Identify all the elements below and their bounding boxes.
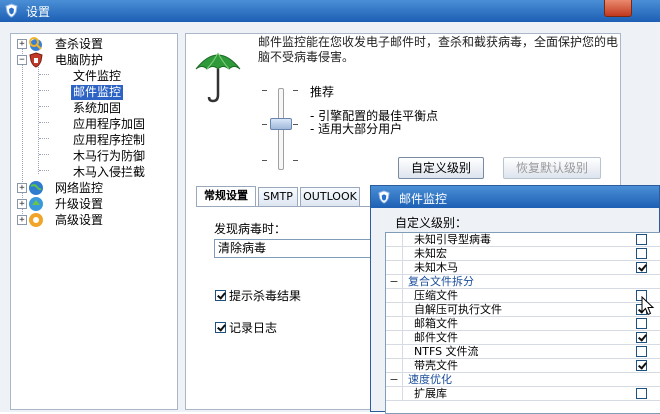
- option-row[interactable]: 自解压可执行文件: [386, 303, 660, 317]
- group-expander[interactable]: −: [386, 373, 403, 386]
- option-group-label: 复合文件拆分: [408, 275, 474, 288]
- dialog-titlebar[interactable]: 邮件监控: [371, 186, 659, 208]
- option-label: 压缩文件: [414, 289, 458, 302]
- option-row[interactable]: 扩展库: [386, 387, 660, 401]
- row-gutter: [386, 317, 403, 330]
- option-row[interactable]: 带壳文件: [386, 359, 660, 373]
- option-label: 邮箱文件: [414, 317, 458, 330]
- tree-item-pc-protection[interactable]: 电脑防护: [55, 53, 103, 68]
- expander-advanced-settings[interactable]: +: [17, 215, 27, 225]
- option-row[interactable]: 未知引导型病毒: [386, 233, 660, 247]
- row-gutter: [386, 261, 403, 274]
- tree-item-app-control[interactable]: 应用程序控制: [73, 133, 145, 148]
- shield-icon: [29, 52, 43, 68]
- option-label: NTFS 文件流: [414, 345, 479, 358]
- tree-item-app-hardening[interactable]: 应用程序加固: [73, 117, 145, 132]
- option-checkbox[interactable]: [636, 262, 647, 273]
- tree-item-file-monitor[interactable]: 文件监控: [73, 69, 121, 84]
- level-desc-line2: - 适用大部分用户: [310, 122, 403, 136]
- tree-item-update-settings[interactable]: 升级设置: [55, 197, 103, 212]
- app-shield-icon: [5, 3, 18, 18]
- option-group-row[interactable]: − 速度优化: [386, 373, 660, 387]
- tab-smtp[interactable]: SMTP: [258, 187, 298, 206]
- tree-item-trojan-behavior[interactable]: 木马行为防御: [73, 149, 145, 164]
- option-checkbox[interactable]: [636, 332, 647, 343]
- row-gutter: [386, 359, 403, 372]
- row-gutter: [386, 345, 403, 358]
- module-description: 邮件监控能在您收发电子邮件时，查杀和截获病毒，全面保护您的电脑不受病毒侵害。: [258, 35, 619, 64]
- option-label: 扩展库: [414, 387, 447, 400]
- notify-result-label: 提示杀毒结果: [229, 289, 302, 303]
- option-label: 未知木马: [414, 261, 458, 274]
- option-checkbox[interactable]: [636, 318, 647, 329]
- tab-general[interactable]: 常规设置: [196, 186, 256, 207]
- gear-icon: [29, 213, 43, 227]
- group-expander[interactable]: −: [386, 275, 403, 288]
- row-gutter: [386, 331, 403, 344]
- tree-item-network-monitor[interactable]: 网络监控: [55, 181, 103, 196]
- custom-level-label: 自定义级别：: [395, 216, 468, 230]
- level-name: 推荐: [310, 85, 335, 99]
- option-label: 带壳文件: [414, 359, 458, 372]
- notify-result-checkbox[interactable]: [215, 290, 226, 301]
- option-label: 邮件文件: [414, 331, 458, 344]
- row-gutter: [386, 303, 403, 316]
- close-button[interactable]: [604, 0, 632, 17]
- expander-update-settings[interactable]: +: [17, 199, 27, 209]
- option-label: 未知引导型病毒: [414, 233, 491, 246]
- option-checkbox[interactable]: [636, 234, 647, 245]
- log-checkbox[interactable]: [215, 322, 226, 333]
- window-title: 设置: [26, 5, 51, 19]
- dialog-shield-icon: [378, 190, 390, 204]
- virus-action-select[interactable]: 清除病毒: [214, 239, 379, 258]
- mail-monitor-dialog[interactable]: 邮件监控 自定义级别： 未知引导型病毒 未知宏 未知木马 − 复合文件拆分 压缩文件 自解压…: [370, 185, 660, 414]
- custom-level-button[interactable]: 自定义级别: [398, 157, 484, 179]
- option-row[interactable]: 未知宏: [386, 247, 660, 261]
- option-group-row[interactable]: − 复合文件拆分: [386, 275, 660, 289]
- option-group-label: 速度优化: [408, 373, 452, 386]
- option-label: 未知宏: [414, 247, 447, 260]
- option-checkbox[interactable]: [636, 388, 647, 399]
- tree-item-mail-monitor[interactable]: 邮件监控: [71, 85, 124, 100]
- option-row[interactable]: 邮箱文件: [386, 317, 660, 331]
- tree-item-trojan-intrusion[interactable]: 木马入侵拦截: [73, 165, 145, 180]
- expander-pc-protection[interactable]: −: [17, 55, 27, 65]
- expander-network-monitor[interactable]: +: [17, 183, 27, 193]
- settings-tree[interactable]: + 查杀设置 − 电脑防护 文件监控 邮件监控 系统加固 应用程序加固 应用程序…: [10, 33, 178, 410]
- search-scan-icon: [29, 37, 42, 51]
- dialog-title: 邮件监控: [399, 192, 448, 206]
- tree-item-system-hardening[interactable]: 系统加固: [73, 101, 121, 116]
- found-virus-label: 发现病毒时：: [214, 222, 287, 236]
- option-row[interactable]: 邮件文件: [386, 331, 660, 345]
- tree-item-scan-settings[interactable]: 查杀设置: [55, 37, 103, 52]
- log-label: 记录日志: [229, 321, 278, 335]
- row-gutter: [386, 233, 403, 246]
- row-gutter: [386, 289, 403, 302]
- custom-options-list[interactable]: 未知引导型病毒 未知宏 未知木马 − 复合文件拆分 压缩文件 自解压可执行文件 邮箱文件 邮件文…: [385, 232, 660, 414]
- network-globe-icon: [29, 181, 43, 195]
- option-checkbox[interactable]: [636, 360, 647, 371]
- option-checkbox[interactable]: [636, 248, 647, 259]
- umbrella-icon: [195, 52, 241, 103]
- option-row[interactable]: 压缩文件: [386, 289, 660, 303]
- update-globe-icon: [29, 197, 43, 211]
- option-row[interactable]: 未知木马: [386, 261, 660, 275]
- row-gutter: [386, 247, 403, 260]
- tree-item-advanced-settings[interactable]: 高级设置: [55, 213, 103, 228]
- tab-outlook[interactable]: OUTLOOK: [300, 187, 360, 206]
- option-label: 自解压可执行文件: [414, 303, 502, 316]
- option-checkbox[interactable]: [636, 346, 647, 357]
- option-row[interactable]: NTFS 文件流: [386, 345, 660, 359]
- restore-default-level-button[interactable]: 恢复默认级别: [503, 157, 601, 179]
- slider-thumb[interactable]: [270, 118, 292, 130]
- window-titlebar[interactable]: 设置: [0, 0, 660, 22]
- mouse-cursor: [641, 296, 655, 316]
- row-gutter: [386, 387, 403, 400]
- expander-scan-settings[interactable]: +: [17, 39, 27, 49]
